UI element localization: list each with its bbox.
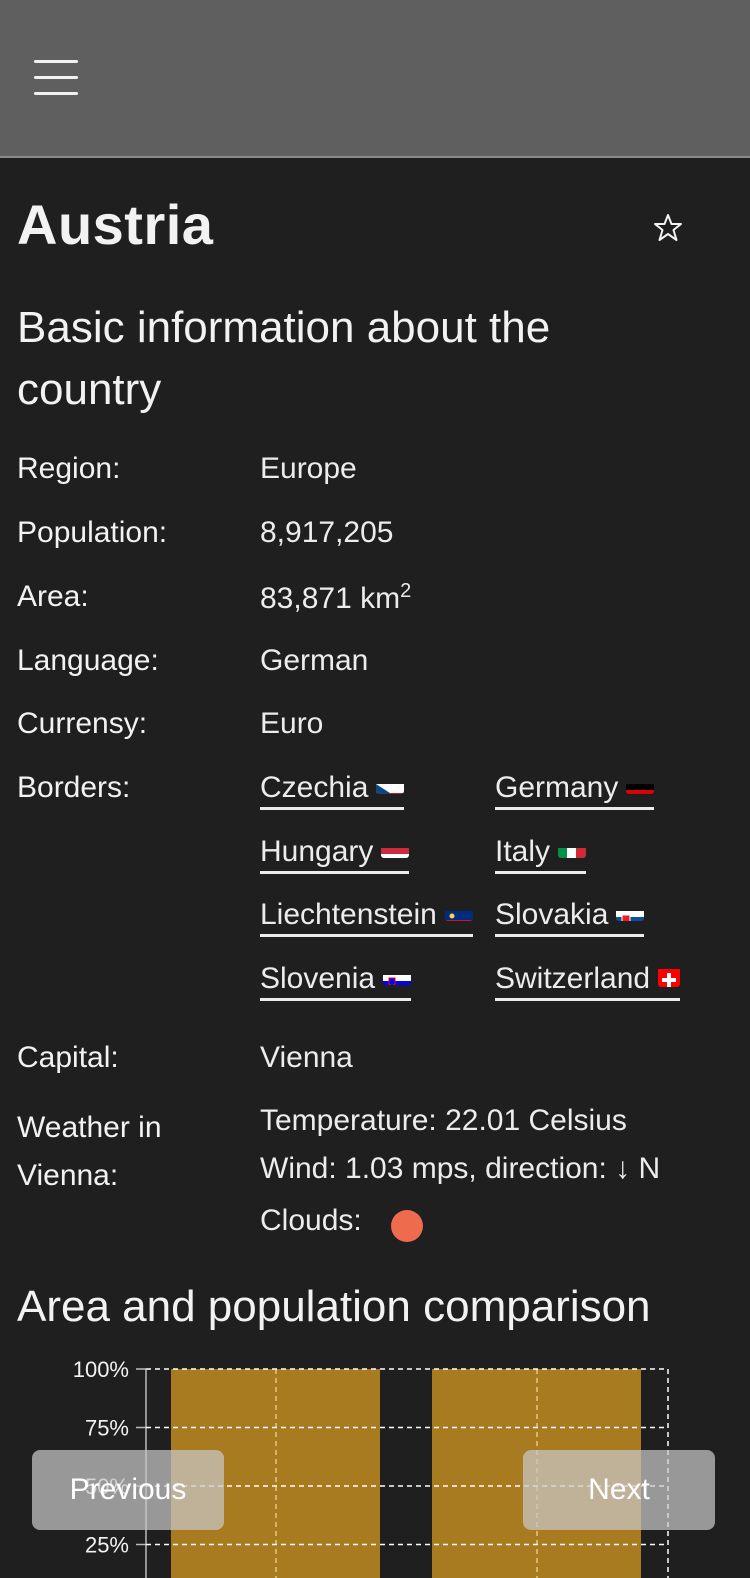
basic-info-heading: Basic information about the country xyxy=(17,297,550,421)
border-link-slovenia[interactable]: Slovenia xyxy=(260,962,412,1001)
border-name: Italy xyxy=(495,835,551,868)
border-link-switzerland[interactable]: Switzerland xyxy=(495,962,681,1001)
border-name: Hungary xyxy=(260,835,374,868)
slovakia-flag-icon xyxy=(616,903,645,922)
clouds-indicator xyxy=(391,1210,423,1242)
border-link-hungary[interactable]: Hungary xyxy=(260,835,410,874)
border-link-czechia[interactable]: Czechia xyxy=(260,771,405,810)
hamburger-icon[interactable] xyxy=(34,58,78,96)
basic-info-heading-line2: country xyxy=(17,365,162,414)
border-name: Switzerland xyxy=(495,962,651,995)
region-label: Region: xyxy=(17,452,121,485)
population-value: 8,917,205 xyxy=(260,516,394,549)
hungary-flag-icon xyxy=(381,840,410,859)
weather-wind: Wind: 1.03 mps, direction: ↓ N xyxy=(260,1152,661,1185)
italy-flag-icon xyxy=(558,840,587,859)
border-name: Czechia xyxy=(260,771,369,804)
chart-tick-label: 25% xyxy=(85,1533,129,1558)
slovenia-flag-icon xyxy=(383,967,412,986)
chart-tick-label: 100% xyxy=(73,1357,129,1382)
area-label: Area: xyxy=(17,580,89,613)
currency-value: Euro xyxy=(260,707,324,740)
basic-info-heading-line1: Basic information about the xyxy=(17,303,551,352)
weather-label: Weather in Vienna: xyxy=(17,1104,162,1200)
capital-value: Vienna xyxy=(260,1041,353,1074)
liechtenstein-flag-icon xyxy=(444,903,473,922)
border-name: Germany xyxy=(495,771,619,804)
capital-label: Capital: xyxy=(17,1041,119,1074)
page-title: Austria xyxy=(17,193,214,256)
borders-label: Borders: xyxy=(17,771,131,804)
chart-tick-label: 75% xyxy=(85,1416,129,1441)
border-link-germany[interactable]: Germany xyxy=(495,771,655,810)
language-value: German xyxy=(260,644,369,677)
region-value: Europe xyxy=(260,452,357,485)
czechia-flag-icon xyxy=(376,776,405,795)
currency-label: Currensy: xyxy=(17,707,148,740)
weather-temperature: Temperature: 22.01 Celsius xyxy=(260,1104,627,1137)
star-icon[interactable] xyxy=(650,210,686,246)
weather-label-line1: Weather in xyxy=(17,1111,162,1144)
border-name: Liechtenstein xyxy=(260,898,437,931)
weather-clouds-label: Clouds: xyxy=(260,1204,362,1237)
previous-button[interactable]: Previous xyxy=(32,1450,224,1530)
top-app-bar xyxy=(0,0,750,158)
border-link-liechtenstein[interactable]: Liechtenstein xyxy=(260,898,473,937)
switzerland-flag-icon xyxy=(658,965,681,988)
weather-label-line2: Vienna: xyxy=(17,1159,119,1192)
comparison-heading: Area and population comparison xyxy=(17,1282,651,1331)
area-number: 83,871 km xyxy=(260,582,401,615)
next-button[interactable]: Next xyxy=(523,1450,715,1530)
border-link-slovakia[interactable]: Slovakia xyxy=(495,898,645,937)
population-label: Population: xyxy=(17,516,168,549)
language-label: Language: xyxy=(17,644,159,677)
germany-flag-icon xyxy=(626,776,655,795)
border-link-italy[interactable]: Italy xyxy=(495,835,587,874)
border-name: Slovakia xyxy=(495,898,609,931)
area-value: 83,871 km2 xyxy=(260,580,411,616)
area-unit-superscript: 2 xyxy=(400,580,412,602)
border-name: Slovenia xyxy=(260,962,376,995)
